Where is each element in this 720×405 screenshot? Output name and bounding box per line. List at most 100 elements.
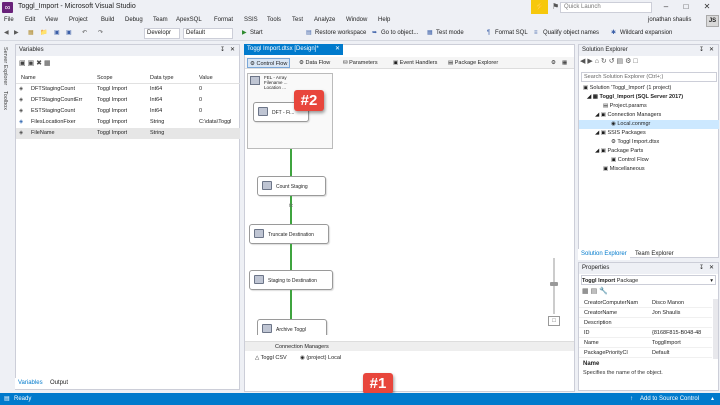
property-value[interactable]: Jon Shaulis xyxy=(652,309,712,318)
zoom-control[interactable]: □ xyxy=(546,252,562,332)
foreach-loop-container[interactable]: FEL - Array Filename ... Location ... DF… xyxy=(247,73,333,149)
tree-node-project[interactable]: ◢ ▦ Toggl_Import (SQL Server 2017) xyxy=(579,93,719,102)
tree-node-connection-managers[interactable]: ◢ ▣ Connection Managers xyxy=(579,111,719,120)
tree-node-ssis-packages[interactable]: ◢ ▣ SSIS Packages xyxy=(579,129,719,138)
menu-build[interactable]: Build xyxy=(101,17,114,23)
tree-node-miscellaneous[interactable]: ▣ Miscellaneous xyxy=(579,165,719,174)
refresh-icon[interactable]: ↺ xyxy=(609,58,615,65)
categorized-icon[interactable]: ▦ xyxy=(582,288,589,295)
tab-data-flow[interactable]: ⚙ Data Flow xyxy=(299,58,330,68)
close-document-icon[interactable]: ✕ xyxy=(335,44,340,55)
fit-to-window-icon[interactable]: □ xyxy=(548,316,560,326)
table-row[interactable]: ◈ ESTStagingCount Toggl Import Int64 0 xyxy=(16,106,240,117)
menu-apexsql[interactable]: ApexSQL xyxy=(176,17,202,23)
menu-ssis[interactable]: SSIS xyxy=(244,17,258,23)
quick-launch-input[interactable]: Quick Launch xyxy=(560,2,652,13)
connection-manager-toggl-csv[interactable]: △ Toggl CSV xyxy=(255,355,287,361)
menu-format[interactable]: Format xyxy=(214,17,233,23)
task-truncate-destination[interactable]: Truncate Destination xyxy=(249,224,329,244)
tree-node-package-parts[interactable]: ◢ ▣ Package Parts xyxy=(579,147,719,156)
task-staging-to-destination[interactable]: Staging to Destination xyxy=(249,270,333,290)
qualify-object-names-icon[interactable]: ≡ xyxy=(534,28,538,39)
variable-type[interactable]: String xyxy=(150,117,164,128)
back-icon[interactable]: ◀ xyxy=(580,58,585,65)
format-sql-icon[interactable]: ¶ xyxy=(487,28,490,39)
property-value[interactable]: {8168F815-B048-48 xyxy=(652,329,712,338)
menu-help[interactable]: Help xyxy=(378,17,390,23)
delete-variable-icon[interactable]: ✖ xyxy=(36,60,42,67)
variable-name[interactable]: DFTStagingCount xyxy=(31,84,95,95)
new-project-icon[interactable]: ▦ xyxy=(28,28,34,39)
variable-value[interactable]: C:\data\Toggl xyxy=(199,117,239,128)
menu-project[interactable]: Project xyxy=(69,17,88,23)
avatar[interactable]: JS xyxy=(706,15,719,27)
notification-flag-icon[interactable]: ⚑ xyxy=(552,2,559,11)
restore-workspace-button[interactable]: Restore workspace xyxy=(315,28,366,39)
tab-output[interactable]: Output xyxy=(47,378,71,389)
variable-value[interactable]: 0 xyxy=(199,84,202,95)
close-solution-explorer-icon[interactable]: ✕ xyxy=(709,45,714,56)
menu-edit[interactable]: Edit xyxy=(25,17,35,23)
property-value[interactable]: TogglImport xyxy=(652,339,712,348)
property-row[interactable]: Description xyxy=(579,319,712,328)
tree-node-solution[interactable]: ▣ Solution 'Toggl_Import' (1 project) xyxy=(579,84,719,93)
table-row[interactable]: ◈ FilesLocationFixer Toggl Import String… xyxy=(16,117,240,128)
tab-team-explorer[interactable]: Team Explorer xyxy=(632,249,677,260)
variable-name[interactable]: DFTStagingCountErr xyxy=(31,95,95,106)
variable-name[interactable]: FilesLocationFixer xyxy=(31,117,95,128)
sync-icon[interactable]: ↻ xyxy=(601,58,607,65)
menu-view[interactable]: View xyxy=(45,17,58,23)
menu-file[interactable]: File xyxy=(4,17,14,23)
add-to-source-control-button[interactable]: Add to Source Control xyxy=(640,393,699,405)
source-control-icon[interactable]: ↑ xyxy=(630,393,633,405)
close-button[interactable]: ✕ xyxy=(697,2,717,13)
undo-icon[interactable]: ↶ xyxy=(82,28,87,39)
property-row[interactable]: Name TogglImport xyxy=(579,339,712,348)
document-tab[interactable]: Toggl Import.dtsx [Design]* ✕ xyxy=(244,44,343,55)
tree-node-toggl-dtsx[interactable]: ⚙ Toggl Import.dtsx xyxy=(579,138,719,147)
precedence-constraint[interactable] xyxy=(290,149,292,176)
menu-tools[interactable]: Tools xyxy=(267,17,281,23)
redo-icon[interactable]: ↷ xyxy=(98,28,103,39)
go-to-object-icon[interactable]: ➥ xyxy=(372,28,377,39)
variable-name[interactable]: FileName xyxy=(31,128,95,139)
variable-name[interactable]: ESTStagingCount xyxy=(31,106,95,117)
server-explorer-tab[interactable]: Server Explorer xyxy=(2,47,8,85)
platform-select[interactable]: Default xyxy=(183,28,233,39)
forward-icon[interactable]: ▶ xyxy=(14,28,19,39)
table-row[interactable]: ◈ DFTStagingCountErr Toggl Import Int64 … xyxy=(16,95,240,106)
table-row[interactable]: ◈ FileName Toggl Import String xyxy=(16,128,240,139)
designer-toolbox-icon[interactable]: ▦ xyxy=(562,58,567,68)
minimize-button[interactable]: – xyxy=(656,2,676,13)
tab-package-explorer[interactable]: ▤ Package Explorer xyxy=(448,58,498,68)
precedence-constraint[interactable] xyxy=(290,290,292,319)
variable-type[interactable]: String xyxy=(150,128,164,139)
table-row[interactable]: ◈ DFTStagingCount Toggl Import Int64 0 xyxy=(16,84,240,95)
designer-options-icon[interactable]: ⚙ xyxy=(551,58,556,68)
go-to-object-button[interactable]: Go to object... xyxy=(381,28,418,39)
restore-workspace-icon[interactable]: ▤ xyxy=(306,28,312,39)
tree-node-params[interactable]: ▤ Project.params xyxy=(579,102,719,111)
grid-options-icon[interactable]: ▦ xyxy=(44,60,51,67)
tree-node-local-conmgr[interactable]: ◉ Local.conmgr xyxy=(579,120,719,129)
close-properties-icon[interactable]: ✕ xyxy=(709,263,714,274)
pin-icon[interactable]: ↧ xyxy=(699,263,704,274)
property-row[interactable]: ID {8168F815-B048-48 xyxy=(579,329,712,338)
start-button[interactable]: Start xyxy=(250,28,263,39)
connection-manager-local[interactable]: ◉ (project) Local xyxy=(300,355,341,361)
object-selector[interactable]: Toggl Import Package ▾ xyxy=(581,275,716,285)
configuration-select[interactable]: Developr xyxy=(144,28,180,39)
precedence-constraint[interactable] xyxy=(290,196,292,224)
save-all-icon[interactable]: ▣ xyxy=(66,28,72,39)
tab-solution-explorer[interactable]: Solution Explorer xyxy=(578,249,630,260)
open-file-icon[interactable]: 📁 xyxy=(40,28,47,39)
property-value[interactable]: Disco Manon xyxy=(652,299,712,308)
toolbox-tab[interactable]: Toolbox xyxy=(2,91,8,110)
move-variable-icon[interactable]: ▣ xyxy=(28,60,35,67)
alphabetical-icon[interactable]: ▤ xyxy=(591,288,598,295)
pin-icon[interactable]: ↧ xyxy=(220,45,225,56)
tab-variables[interactable]: Variables xyxy=(15,378,46,389)
user-name[interactable]: jonathan shaulis xyxy=(648,17,691,23)
task-count-staging[interactable]: Count Staging xyxy=(257,176,326,196)
close-variables-icon[interactable]: ✕ xyxy=(230,45,235,56)
